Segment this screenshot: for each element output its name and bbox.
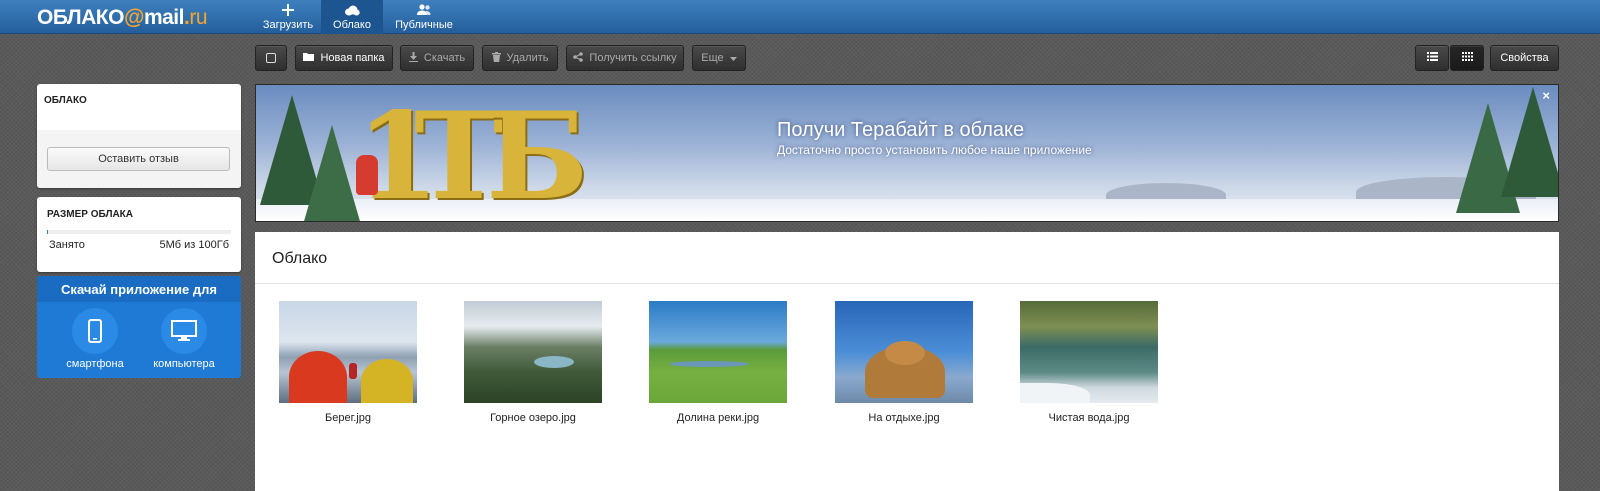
trash-icon [491,51,501,65]
banner-title: Получи Терабайт в облаке [777,119,1025,141]
top-bar: ОБЛАКО @ mail. ru Загрузить Облако Публичны… [0,0,1600,34]
new-folder-button[interactable]: Новая папка [295,45,393,71]
list-view-button[interactable] [1415,45,1449,71]
cloud-icon [344,4,360,18]
select-all-checkbox[interactable] [255,45,287,71]
nav-upload-label: Загрузить [262,18,314,31]
storage-panel: РАЗМЕР ОБЛАКА Занято 5Мб из 100Гб [37,197,241,272]
christmas-tree-image [1501,87,1558,197]
santa-image [356,155,378,195]
nav-public[interactable]: Публичные [383,0,465,34]
grid-view-button[interactable] [1450,45,1484,71]
storage-panel-title: РАЗМЕР ОБЛАКА [47,209,134,220]
app-download-title: Скачай приложение для [37,276,241,302]
top-nav: Загрузить Облако Публичные [255,0,465,34]
storage-used-label: Занято [49,239,85,251]
get-link-label: Получить ссылку [589,52,677,64]
delete-label: Удалить [506,52,549,64]
logo-mail: mail [143,6,185,29]
feedback-button[interactable]: Оставить отзыв [47,147,230,171]
download-button[interactable]: Скачать [400,45,474,71]
smartphone-icon [72,308,118,354]
storage-usage-fill [47,230,48,234]
content-header: Облако [255,232,1559,284]
banner-subtitle: Достаточно просто установить любое наше … [777,143,1092,157]
logo[interactable]: ОБЛАКО @ mail. ru [37,6,208,29]
file-tile[interactable]: Горное озеро.jpg [464,301,602,424]
checkbox-icon [266,53,276,63]
page-title: Облако [272,250,328,267]
get-link-button[interactable]: Получить ссылку [566,45,684,71]
nav-public-label: Публичные [395,18,453,31]
photo-thumbnail [649,301,787,403]
logo-ru: ru [189,6,208,29]
file-tile[interactable]: Долина реки.jpg [649,301,787,424]
nav-upload[interactable]: Загрузить [255,0,321,34]
share-icon [573,51,584,65]
more-label: Еще [701,52,724,64]
app-download-panel: Скачай приложение для смартфона компьюте… [37,276,241,378]
file-name: Долина реки.jpg [676,412,760,424]
cloud-panel: ОБЛАКО Оставить отзыв [37,84,241,188]
app-smartphone-link[interactable]: смартфона [60,308,130,370]
monitor-icon [161,308,207,354]
file-tile[interactable]: Берег.jpg [279,301,417,424]
photo-thumbnail [1020,301,1158,403]
grid-view-icon [1461,52,1473,64]
more-dropdown[interactable]: Еще [692,45,746,71]
logo-at: @ [123,6,144,29]
logo-text: ОБЛАКО [37,6,124,29]
app-computer-link[interactable]: компьютера [149,308,219,370]
download-icon [408,51,418,65]
caret-down-icon [729,53,737,64]
promo-b-glyph: Б [486,86,589,222]
file-grid: Берег.jpg Горное озеро.jpg Долина реки.j… [255,284,1559,491]
photo-thumbnail [279,301,417,403]
file-name: Берег.jpg [325,412,371,424]
banner-close-button[interactable]: × [1542,88,1550,103]
nav-cloud[interactable]: Облако [321,0,383,34]
file-name: Чистая вода.jpg [1048,412,1130,424]
storage-usage-bar [47,230,231,234]
file-tile[interactable]: На отдыхе.jpg [835,301,973,424]
photo-thumbnail [835,301,973,403]
list-view-icon [1426,52,1438,64]
file-name: Горное озеро.jpg [490,412,576,424]
new-folder-label: Новая папка [320,52,385,64]
photo-thumbnail [464,301,602,403]
app-computer-label: компьютера [153,358,215,370]
plus-icon [282,3,294,18]
download-label: Скачать [423,52,466,64]
folder-icon [303,52,315,64]
properties-button[interactable]: Свойства [1490,45,1559,71]
file-tile[interactable]: Чистая вода.jpg [1020,301,1158,424]
nav-cloud-label: Облако [333,18,371,31]
delete-button[interactable]: Удалить [482,45,558,71]
file-name: На отдыхе.jpg [868,412,940,424]
storage-usage-row: Занято 5Мб из 100Гб [49,239,229,251]
users-icon [416,3,432,18]
christmas-tree-image [300,125,364,221]
promo-banner[interactable]: 1 Т Б Получи Терабайт в облаке Достаточн… [255,84,1559,222]
storage-used-value: 5Мб из 100Гб [159,239,230,251]
app-smartphone-label: смартфона [66,358,124,370]
cloud-panel-title: ОБЛАКО [44,95,87,106]
properties-label: Свойства [1500,52,1549,64]
